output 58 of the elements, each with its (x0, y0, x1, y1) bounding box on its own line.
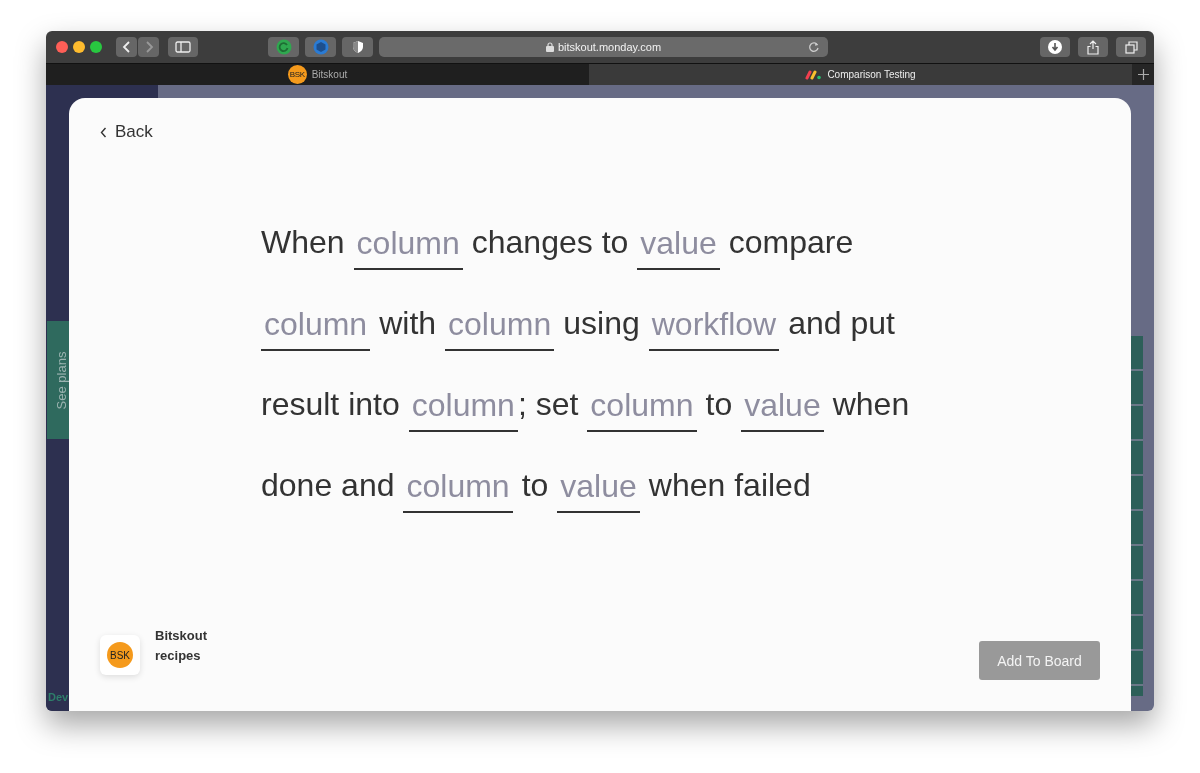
back-nav-button[interactable] (116, 37, 137, 57)
colored-bars-icon (805, 69, 823, 80)
shield-icon (351, 40, 364, 54)
minimize-icon[interactable] (73, 41, 85, 53)
sentence-text: ; set (517, 386, 579, 423)
blank-selector[interactable]: value (741, 387, 824, 432)
lock-icon (545, 42, 554, 52)
sentence-text: and put (788, 305, 895, 342)
refresh-circle-icon (275, 39, 292, 55)
chevron-right-icon (143, 40, 154, 54)
see-plans-button[interactable]: See plans (47, 321, 69, 439)
address-bar[interactable]: bitskout.monday.com (379, 37, 828, 57)
close-icon[interactable] (56, 41, 68, 53)
blank-selector[interactable]: value (637, 225, 720, 270)
blank-selector[interactable]: column (587, 387, 697, 432)
share-icon (1087, 39, 1099, 55)
cut-label: Dev (48, 691, 69, 703)
sentence-text: when (832, 386, 910, 423)
blank-selector[interactable]: workflow (648, 306, 780, 351)
sentence-text: When (261, 224, 345, 261)
blank-selector[interactable]: column (261, 306, 371, 351)
browser-tab[interactable]: Comparison Testing (589, 64, 1132, 85)
tabs-icon (1124, 40, 1138, 54)
blank-selector[interactable]: column (445, 306, 555, 351)
sentence-text: using (563, 305, 640, 342)
plus-icon (1137, 69, 1149, 80)
blank-selector[interactable]: column (403, 468, 513, 513)
tab-favicon: BSK (287, 65, 307, 84)
back-link[interactable]: Back (100, 122, 153, 142)
reload-icon[interactable] (808, 41, 820, 53)
address-text: bitskout.monday.com (557, 41, 662, 53)
sentence-text: result into (261, 386, 400, 423)
download-icon (1048, 40, 1062, 54)
sentence-text: changes to (471, 224, 629, 261)
app-logo: BSK (100, 635, 140, 675)
sentence-text: when failed (648, 467, 811, 504)
sidebar-icon (175, 41, 191, 53)
sentence-text: to (705, 386, 733, 423)
chevron-left-icon (100, 126, 107, 138)
blank-selector[interactable]: column (353, 225, 463, 270)
tab-title: Comparison Testing (827, 69, 916, 80)
sidebar-button[interactable] (168, 37, 198, 57)
tabs-button[interactable] (1116, 37, 1146, 57)
blank-selector[interactable]: value (557, 468, 640, 513)
zoom-icon[interactable] (90, 41, 102, 53)
forward-nav-button[interactable] (138, 37, 159, 57)
app-name: Bitskout recipes (155, 627, 208, 665)
sentence-text: compare (728, 224, 854, 261)
sentence-text: done and (261, 467, 395, 504)
blank-selector[interactable]: column (408, 387, 518, 432)
share-button[interactable] (1078, 37, 1108, 57)
new-tab-button[interactable] (1132, 64, 1154, 85)
tab-title: Bitskout (311, 69, 348, 80)
sentence-text: to (521, 467, 549, 504)
sentence-text: with (379, 305, 437, 342)
chevron-left-icon (121, 40, 132, 54)
extension-button[interactable] (342, 37, 373, 57)
downloads-button[interactable] (1040, 37, 1070, 57)
